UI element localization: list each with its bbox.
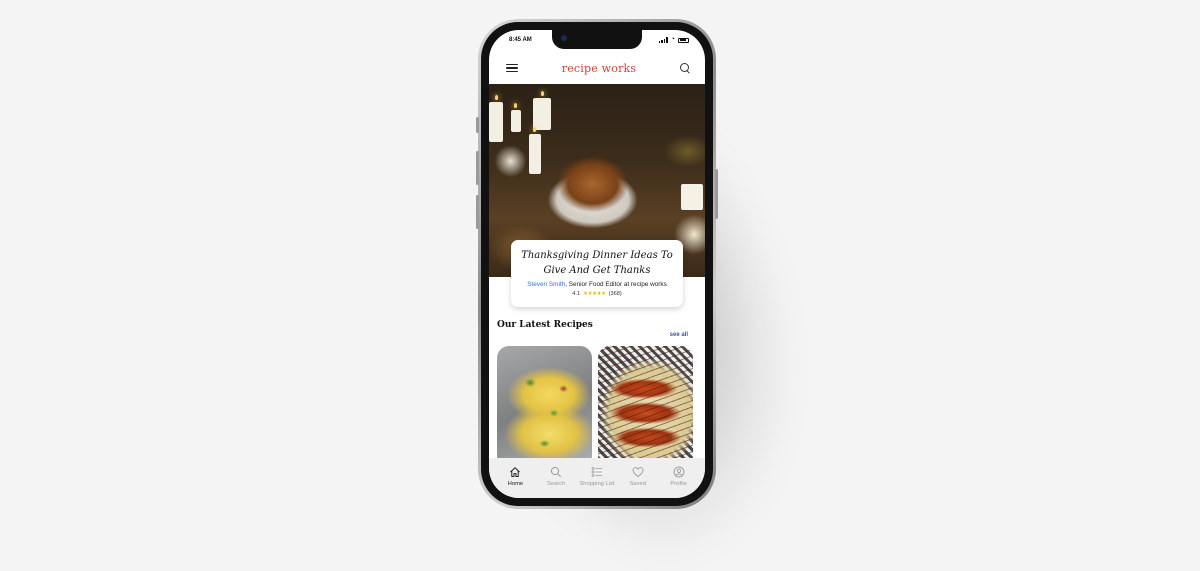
brand-logo: recipe works <box>561 61 637 75</box>
mute-switch <box>476 117 479 133</box>
volume-up-button <box>476 151 479 185</box>
featured-card[interactable]: Thanksgiving Dinner Ideas To Give And Ge… <box>511 240 683 307</box>
tab-search[interactable]: Search <box>538 466 574 487</box>
author-role: , Senior Food Editor at recipe works <box>565 281 667 288</box>
tab-shopping-list[interactable]: Shopping List <box>579 466 615 487</box>
tab-home[interactable]: Home <box>497 466 533 487</box>
see-all-link[interactable]: see all <box>670 332 688 338</box>
tab-profile[interactable]: Profile <box>661 466 697 487</box>
search-icon <box>551 466 562 478</box>
app-bar: recipe works <box>489 52 705 84</box>
recipe-card-omelette[interactable] <box>497 346 592 468</box>
camera-icon <box>561 35 567 41</box>
star-icon: ★★★★★ <box>583 291 606 297</box>
heart-icon <box>632 467 644 478</box>
tab-label: Profile <box>670 481 687 487</box>
battery-icon <box>678 37 689 43</box>
rating-value: 4.1 <box>572 291 581 297</box>
phone-frame: 8:45 AM ◔ recipe works Thanksgiving Dinn… <box>476 19 718 509</box>
volume-down-button <box>476 195 479 229</box>
status-time: 8:45 AM <box>509 37 532 43</box>
tab-label: Shopping List <box>579 481 615 487</box>
signal-icon <box>658 37 668 43</box>
tab-label: Home <box>507 481 524 487</box>
section-title: Our Latest Recipes <box>497 320 593 330</box>
hamburger-icon[interactable] <box>506 63 518 73</box>
tab-label: Search <box>547 481 566 487</box>
notch <box>552 30 642 49</box>
candle <box>489 102 503 142</box>
list-icon <box>591 467 602 477</box>
profile-icon <box>673 466 685 478</box>
review-count: (368) <box>608 291 622 297</box>
featured-author: Steven Smith, Senior Food Editor at reci… <box>511 281 683 288</box>
recipe-card-salmon[interactable] <box>598 346 693 468</box>
app-screen: 8:45 AM ◔ recipe works Thanksgiving Dinn… <box>489 30 705 498</box>
search-icon[interactable] <box>679 62 691 74</box>
featured-rating: 4.1 ★★★★★ (368) <box>511 291 683 297</box>
home-icon <box>510 467 521 477</box>
tab-saved[interactable]: Saved <box>620 466 656 487</box>
wifi-icon: ◔ <box>670 36 675 43</box>
power-button <box>715 169 718 219</box>
tab-label: Saved <box>629 481 646 487</box>
bottom-tab-bar: Home Search Shopping List Saved Profile <box>489 458 705 498</box>
featured-title: Thanksgiving Dinner Ideas To Give And Ge… <box>521 250 673 276</box>
author-link[interactable]: Steven Smith <box>527 281 565 288</box>
